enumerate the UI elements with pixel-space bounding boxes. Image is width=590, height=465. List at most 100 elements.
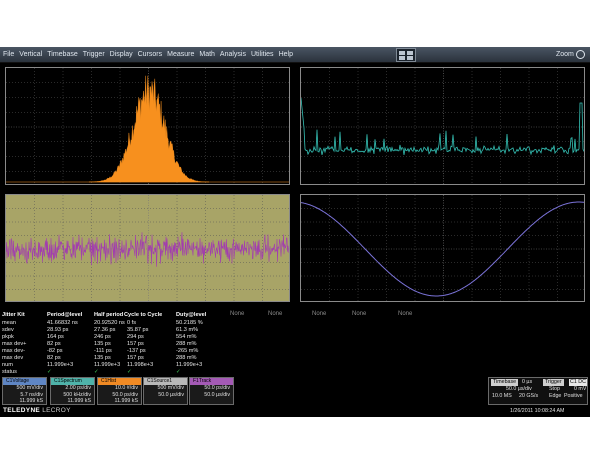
menu-measure[interactable]: Measure xyxy=(167,50,194,59)
column-header[interactable]: Duty@level xyxy=(176,312,206,319)
cell-value: -111 ps xyxy=(94,348,112,354)
track-background xyxy=(6,195,289,301)
histogram-plot xyxy=(6,68,289,184)
grid-layout-icon-cell xyxy=(407,56,413,60)
timebase-samples: 10.0 MS xyxy=(492,393,512,399)
menu-help[interactable]: Help xyxy=(279,50,293,59)
cell-value: ✓ xyxy=(94,369,99,375)
cell-value: 27.36 ps xyxy=(94,327,116,333)
timebase-trigger-box[interactable]: Timebase 0 µs Trigger C1 DC 50.0 µs/div … xyxy=(488,377,588,405)
menu-bar: File Vertical Timebase Trigger Display C… xyxy=(0,47,590,63)
timebase-per-div: 50.0 µs/div xyxy=(506,386,532,392)
cell-value: 82 ps xyxy=(47,341,61,347)
cell-value: -137 ps xyxy=(127,348,146,354)
cell-value: 554 m% xyxy=(176,334,197,340)
menu-items: File Vertical Timebase Trigger Display C… xyxy=(3,50,293,59)
zoom-icon[interactable] xyxy=(576,50,585,59)
spectrum-grid[interactable] xyxy=(300,67,585,185)
cell-value: -265 m% xyxy=(176,348,199,354)
trigger-label: Trigger xyxy=(543,379,564,386)
jitter-kit-row: mean 41.66832 ns 20.92520 ns 0 fs 50.2185 % xyxy=(2,320,247,327)
trigger-slope: Positive xyxy=(564,393,583,399)
measurement-slot-none[interactable]: None xyxy=(268,311,282,317)
date-time: 1/26/2011 10:08:24 AM xyxy=(510,408,565,414)
descriptor-value: 11.999 kS xyxy=(114,398,138,404)
cell-value: 135 ps xyxy=(94,355,111,361)
row-label: max dev+ xyxy=(2,341,27,347)
descriptor-name: C1Spectrum xyxy=(51,378,94,385)
cell-value: 20.92520 ns xyxy=(94,320,125,326)
cell-value: 157 ps xyxy=(127,355,144,361)
timebase-rate: 20 GS/s xyxy=(519,393,539,399)
cell-value: 164 ps xyxy=(47,334,64,340)
descriptor-value: 50.0 µs/div xyxy=(158,391,184,398)
grid-layout-button[interactable] xyxy=(396,48,416,62)
descriptor-name: C1Hist xyxy=(98,378,141,385)
brand-sub: LECROY xyxy=(42,407,71,414)
spectrum-trace xyxy=(301,97,584,156)
row-label: pkpk xyxy=(2,334,14,340)
measurement-slot-none[interactable]: None xyxy=(398,311,412,317)
timebase-label: Timebase xyxy=(491,379,519,386)
cell-value: 50.2185 % xyxy=(176,320,203,326)
cell-value: 294 ps xyxy=(127,334,144,340)
row-label: max dev xyxy=(2,355,24,361)
column-header[interactable]: Period@level xyxy=(47,312,82,319)
measurement-slot-none[interactable]: None xyxy=(312,311,326,317)
cell-value: 11.999e+3 xyxy=(47,362,74,368)
histogram-grid[interactable] xyxy=(5,67,290,185)
zoom-label[interactable]: Zoom xyxy=(556,50,574,59)
brand-name: TELEDYNE xyxy=(3,407,41,414)
menu-trigger[interactable]: Trigger xyxy=(83,50,105,59)
cell-value: 288 m% xyxy=(176,341,197,347)
menu-analysis[interactable]: Analysis xyxy=(220,50,246,59)
cell-value: ✓ xyxy=(127,369,132,375)
source-waveform-grid[interactable] xyxy=(300,194,585,302)
cell-value: -82 ps xyxy=(47,348,63,354)
channel-descriptor[interactable]: C1Voltage 500 mV/div 5.7 ns/div 11.999 kS xyxy=(2,377,47,405)
cell-value: 28.93 ps xyxy=(47,327,69,333)
descriptor-value: 11.999 kS xyxy=(19,398,43,404)
menu-file[interactable]: File xyxy=(3,50,14,59)
row-label: mean xyxy=(2,320,16,326)
menu-vertical[interactable]: Vertical xyxy=(19,50,42,59)
jitter-kit-row: pkpk 164 ps 246 ps 294 ps 554 m% xyxy=(2,334,247,341)
cell-value: 11.999e+3 xyxy=(94,362,121,368)
channel-descriptor[interactable]: C1Spectrum 2.00 ps/div 500 kHz/div 11.999 k… xyxy=(50,377,95,405)
teledyne-lecroy-logo: TELEDYNE LECROY xyxy=(3,407,71,414)
trigger-channel: C1 DC xyxy=(569,379,587,386)
jitter-kit-row: num 11.999e+3 11.999e+3 11.998e+3 11.999e+3 xyxy=(2,362,247,369)
jitter-kit-title: Jitter Kit xyxy=(2,312,25,318)
menu-utilities[interactable]: Utilities xyxy=(251,50,274,59)
cell-value: 0 fs xyxy=(127,320,137,326)
menu-cursors[interactable]: Cursors xyxy=(138,50,163,59)
histogram-trace xyxy=(88,75,210,183)
row-label: sdev xyxy=(2,327,14,333)
menu-math[interactable]: Math xyxy=(199,50,215,59)
oscilloscope-screen: File Vertical Timebase Trigger Display C… xyxy=(0,47,590,417)
column-header[interactable]: Cycle to Cycle xyxy=(124,312,162,319)
jitter-kit-row: max dev 82 ps 135 ps 157 ps 288 m% xyxy=(2,355,247,362)
grid-layout-icon-cell xyxy=(399,56,405,60)
cell-value: 288 m% xyxy=(176,355,197,361)
row-label: max dev- xyxy=(2,348,26,354)
trigger-type: Edge xyxy=(549,393,562,399)
jitter-track-grid[interactable] xyxy=(5,194,290,302)
trigger-level: 0 mV xyxy=(574,386,587,392)
cell-value: 157 ps xyxy=(127,341,144,347)
menu-display[interactable]: Display xyxy=(110,50,133,59)
row-label: num xyxy=(2,362,13,368)
cell-value: 135 ps xyxy=(94,341,111,347)
cell-value: 82 ps xyxy=(47,355,61,361)
channel-descriptor[interactable]: C1Hist 10.0 #/div 50.0 ps/div 11.999 kS xyxy=(97,377,142,405)
measurement-slot-none[interactable]: None xyxy=(352,311,366,317)
jitter-track-plot xyxy=(6,195,289,301)
column-header[interactable]: Half period xyxy=(94,312,123,319)
channel-descriptor[interactable]: F1Track 50.0 ps/div 50.0 µs/div xyxy=(189,377,234,405)
channel-descriptor[interactable]: C1Source1 500 mV/div 50.0 µs/div xyxy=(143,377,188,405)
menu-timebase[interactable]: Timebase xyxy=(47,50,77,59)
cell-value: 11.999e+3 xyxy=(176,362,203,368)
jitter-kit-row: status ✓ ✓ ✓ ✓ xyxy=(2,369,247,376)
grid-layout-icon-cell xyxy=(407,51,413,55)
trigger-mode: Stop xyxy=(549,386,560,392)
